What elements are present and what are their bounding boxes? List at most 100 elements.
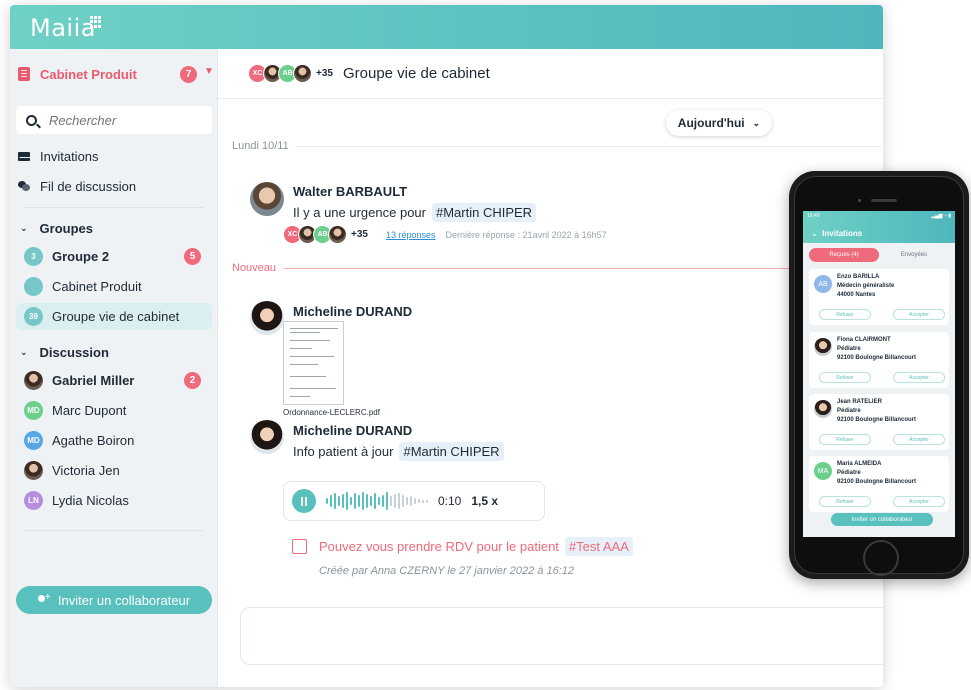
sidebar-item-fil-de-discussion[interactable]: Fil de discussion	[18, 175, 136, 197]
avatar	[328, 225, 347, 244]
waveform-bar	[354, 493, 356, 509]
avatar[interactable]	[250, 420, 284, 454]
date-filter-dropdown[interactable]: Aujourd'hui ⌄	[666, 110, 772, 136]
group-item-groupe-vie-de-cabinet[interactable]: 39 Groupe vie de cabinet	[16, 303, 212, 330]
contact-item-marc-dupont[interactable]: MD Marc Dupont	[16, 397, 212, 424]
avatar[interactable]	[250, 301, 284, 335]
chevron-down-icon: ⌄	[20, 347, 28, 357]
invitee-city: 92100 Boulogne Billancourt	[837, 479, 917, 485]
accept-button[interactable]: Accepter	[893, 434, 945, 445]
patient-tag[interactable]: #Martin CHIPER	[431, 203, 537, 222]
chat-bubbles-icon	[18, 181, 30, 191]
invitee-name: Fiona CLAIRMONT	[837, 337, 891, 343]
search-icon	[26, 114, 37, 126]
invitation-card: Jean RATELIER Pédiatre 92100 Boulogne Bi…	[809, 394, 949, 450]
invitee-city: 92100 Boulogne Billancourt	[837, 355, 917, 361]
message-composer[interactable]	[240, 607, 883, 665]
invite-collaborator-button[interactable]: Inviter un collaborateur	[16, 586, 212, 614]
chat-header: XC AB +35 Groupe vie de cabinet	[218, 49, 883, 99]
message-body: Il y a une urgence pour	[293, 205, 426, 220]
home-button[interactable]	[863, 540, 899, 576]
contact-item-agathe-boiron[interactable]: MD Agathe Boiron	[16, 427, 212, 454]
invitation-details: Fiona CLAIRMONT Pédiatre 92100 Boulogne …	[837, 336, 916, 363]
invitation-details: Enzo BARILLA Médecin généraliste 44000 N…	[837, 273, 894, 300]
section-groupes[interactable]: ⌄ Groupes	[20, 221, 93, 236]
waveform-bar	[326, 498, 328, 504]
maiia-logo[interactable]: Maiia	[30, 14, 96, 42]
contact-item-gabriel-miller[interactable]: Gabriel Miller 2	[16, 367, 212, 394]
waveform-bar	[386, 492, 388, 510]
thread-replies-link[interactable]: 13 réponses	[386, 230, 436, 240]
task-checkbox[interactable]	[292, 539, 307, 554]
unread-badge: 2	[184, 372, 201, 389]
accept-button[interactable]: Accepter	[893, 496, 945, 507]
invitation-details: Maria ALMEIDA Pédiatre 92100 Boulogne Bi…	[837, 460, 916, 487]
member-avatars[interactable]: XC AB +35	[248, 64, 333, 83]
invitee-role: Médecin généraliste	[837, 283, 895, 289]
cabinet-selector[interactable]: Cabinet Produit 7 ▼	[18, 61, 214, 87]
section-title: Groupes	[39, 221, 94, 236]
search-input[interactable]	[49, 112, 199, 128]
signal-icon: ▂▄▆ ◔ ▮	[931, 213, 951, 219]
sidebar-item-invitations[interactable]: Invitations	[18, 145, 99, 167]
waveform-bar	[342, 494, 344, 508]
divider	[24, 207, 204, 208]
contact-item-victoria-jen[interactable]: Victoria Jen	[16, 457, 212, 484]
patient-tag[interactable]: #Martin CHIPER	[399, 442, 504, 461]
accept-button[interactable]: Accepter	[893, 309, 945, 320]
group-item-groupe-2[interactable]: 3 Groupe 2 5	[16, 243, 212, 270]
day-separator: Lundi 10/11	[232, 140, 882, 152]
thread-member-count: +35	[351, 229, 368, 240]
audio-waveform[interactable]	[326, 491, 430, 511]
contact-label: Marc Dupont	[52, 403, 127, 418]
message-author[interactable]: Walter BARBAULT	[293, 184, 407, 199]
document-thumbnail[interactable]	[283, 321, 344, 405]
waveform-bar	[402, 495, 404, 507]
tab-recues[interactable]: Reçues (4)	[809, 248, 879, 262]
waveform-bar	[358, 495, 360, 507]
cabinet-badge: 7	[180, 66, 197, 83]
accept-button[interactable]: Accepter	[893, 372, 945, 383]
invitee-city: 92100 Boulogne Billancourt	[837, 417, 917, 423]
waveform-bar	[418, 499, 420, 503]
waveform-bar	[414, 498, 416, 504]
refuse-button[interactable]: Refuser	[819, 496, 871, 507]
tab-envoyees[interactable]: Envoyées	[879, 248, 949, 262]
contact-item-lydia-nicolas[interactable]: LN Lydia Nicolas	[16, 487, 212, 514]
audio-time: 0:10	[438, 494, 462, 508]
invitee-name: Jean RATELIER	[837, 399, 882, 405]
building-icon	[18, 67, 30, 81]
attachment-filename[interactable]: Ordonnance-LECLERC.pdf	[283, 408, 380, 417]
phone-header: 16:40 ▂▄▆ ◔ ▮ ⌄ Invitations	[803, 211, 955, 243]
waveform-bar	[406, 497, 408, 505]
playback-speed-button[interactable]: 1,5 x	[471, 494, 498, 508]
phone-invite-button[interactable]: Inviter un collaborateur	[831, 513, 933, 526]
sidebar-item-label: Invitations	[40, 148, 99, 164]
message-author[interactable]: Micheline DURAND	[293, 304, 412, 319]
speaker-grille	[871, 199, 897, 202]
refuse-button[interactable]: Refuser	[819, 434, 871, 445]
waveform-bar	[374, 493, 376, 509]
avatar	[293, 64, 312, 83]
refuse-button[interactable]: Refuser	[819, 309, 871, 320]
thread-avatars: XC AB +35	[283, 225, 368, 244]
patient-tag[interactable]: #Test AAA	[564, 537, 633, 556]
chat-panel: XC AB +35 Groupe vie de cabinet Aujourd'…	[218, 49, 883, 687]
waveform-bar	[410, 496, 412, 506]
invitation-card: AB Enzo BARILLA Médecin généraliste 4400…	[809, 269, 949, 325]
section-discussion[interactable]: ⌄ Discussion	[20, 345, 109, 360]
message-author[interactable]: Micheline DURAND	[293, 423, 412, 438]
chevron-down-icon[interactable]: ▼	[204, 66, 214, 77]
new-label: Nouveau	[232, 262, 277, 274]
refuse-button[interactable]: Refuser	[819, 372, 871, 383]
group-item-cabinet-produit[interactable]: Cabinet Produit	[16, 273, 212, 300]
search-box[interactable]	[16, 106, 212, 134]
avatar: LN	[24, 491, 43, 510]
avatar[interactable]	[250, 182, 284, 216]
avatar	[814, 400, 832, 418]
pause-button[interactable]	[292, 489, 316, 513]
avatar: MD	[24, 401, 43, 420]
logo-grid-icon	[90, 16, 102, 28]
building-icon	[24, 277, 43, 296]
group-avatar: 3	[24, 247, 43, 266]
